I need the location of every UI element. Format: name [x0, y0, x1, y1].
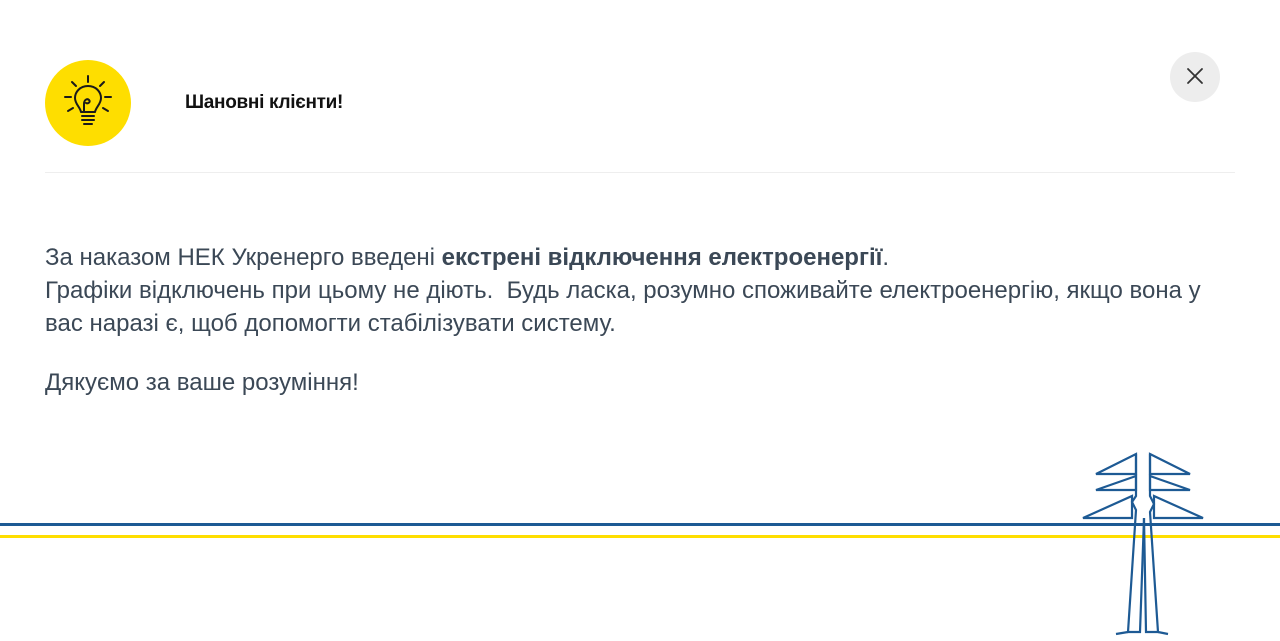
- lightbulb-badge: [45, 60, 131, 146]
- message-thanks: Дякуємо за ваше розуміння!: [45, 369, 359, 396]
- lightbulb-icon: [60, 73, 116, 134]
- message-paragraph: За наказом НЕК Укренерго введені екстрен…: [45, 241, 1235, 340]
- close-button[interactable]: [1170, 52, 1220, 102]
- message-line2: Графіки відключень при цьому не діють. Б…: [45, 277, 1208, 337]
- message-line1-emphasis: екстрені відключення електроенергії: [441, 244, 883, 271]
- notification-modal: Шановні клієнти! За наказом НЕК Укренерг…: [0, 0, 1280, 636]
- message-body: За наказом НЕК Укренерго введені екстрен…: [45, 241, 1235, 399]
- message-line1-prefix: За наказом НЕК Укренерго введені: [45, 244, 442, 271]
- modal-header: Шановні клієнти!: [45, 52, 1235, 150]
- close-icon: [1186, 67, 1204, 88]
- message-line1-suffix: .: [882, 244, 890, 271]
- power-pylon-icon: [1078, 452, 1208, 641]
- modal-title: Шановні клієнти!: [185, 92, 344, 113]
- header-divider: [45, 172, 1235, 173]
